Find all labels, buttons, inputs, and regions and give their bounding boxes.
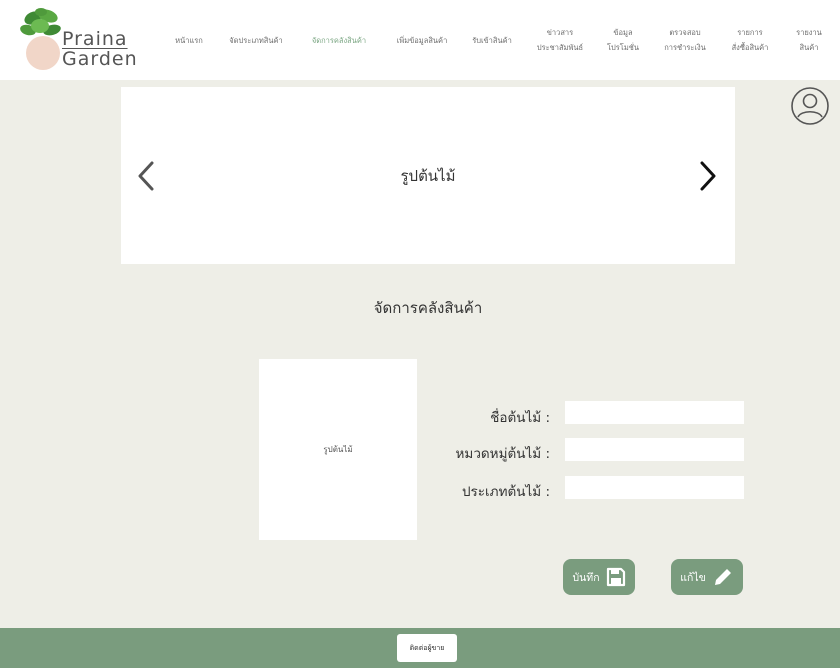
plant-type-input[interactable] bbox=[565, 476, 744, 499]
chevron-left-icon[interactable] bbox=[131, 159, 161, 193]
header: Praina Garden หน้าแรก จัดประเภทสินค้า จั… bbox=[0, 0, 840, 80]
save-button[interactable]: บันทึก bbox=[563, 559, 635, 595]
slider-image-label: รูปต้นไม้ bbox=[400, 166, 456, 185]
footer: ติดต่อผู้ขาย bbox=[0, 628, 840, 668]
nav-item-categorize-products[interactable]: จัดประเภทสินค้า bbox=[219, 0, 293, 80]
contact-seller-button[interactable]: ติดต่อผู้ขาย bbox=[397, 634, 457, 662]
nav-item-add-product[interactable]: เพิ่มข้อมูลสินค้า bbox=[384, 0, 460, 80]
edit-button-label: แก้ไข bbox=[680, 571, 706, 584]
chevron-right-icon[interactable] bbox=[693, 159, 723, 193]
pencil-icon bbox=[714, 567, 733, 585]
page-title: จัดการคลังสินค้า bbox=[373, 299, 483, 317]
nav-item-orders[interactable]: รายการ สั่งซื้อสินค้า bbox=[720, 0, 780, 80]
plant-category-label: หมวดหมู่ต้นไม้ : bbox=[455, 446, 550, 462]
nav-item-payment-check[interactable]: ตรวจสอบ การชำระเงิน bbox=[654, 0, 716, 80]
plant-name-input[interactable] bbox=[565, 401, 744, 424]
user-icon[interactable] bbox=[790, 86, 830, 126]
plant-icon bbox=[20, 8, 61, 36]
nav-item-inventory[interactable]: จัดการคลังสินค้า bbox=[301, 0, 377, 80]
save-button-label: บันทึก bbox=[572, 571, 600, 584]
plant-name-label: ชื่อต้นไม้ : bbox=[490, 410, 550, 426]
nav-item-product-report[interactable]: รายงาน สินค้า bbox=[786, 0, 832, 80]
nav-item-home[interactable]: หน้าแรก bbox=[168, 0, 210, 80]
nav-item-receive-goods[interactable]: รับเข้าสินค้า bbox=[463, 0, 521, 80]
nav-item-news[interactable]: ข่าวสาร ประชาสัมพันธ์ bbox=[527, 0, 593, 80]
edit-button[interactable]: แก้ไข bbox=[671, 559, 743, 595]
brand-name-line2: Garden bbox=[62, 48, 138, 70]
plant-type-label: ประเภทต้นไม้ : bbox=[461, 484, 550, 500]
product-photo-label: รูปต้นไม้ bbox=[323, 445, 353, 454]
save-icon bbox=[606, 567, 625, 587]
logo[interactable]: Praina Garden bbox=[20, 6, 145, 74]
image-slider: รูปต้นไม้ bbox=[121, 87, 735, 264]
nav-item-promotions[interactable]: ข้อมูล โปรโมชั่น bbox=[599, 0, 647, 80]
brand-name-line1: Praina bbox=[62, 28, 128, 50]
plant-category-input[interactable] bbox=[565, 438, 744, 461]
